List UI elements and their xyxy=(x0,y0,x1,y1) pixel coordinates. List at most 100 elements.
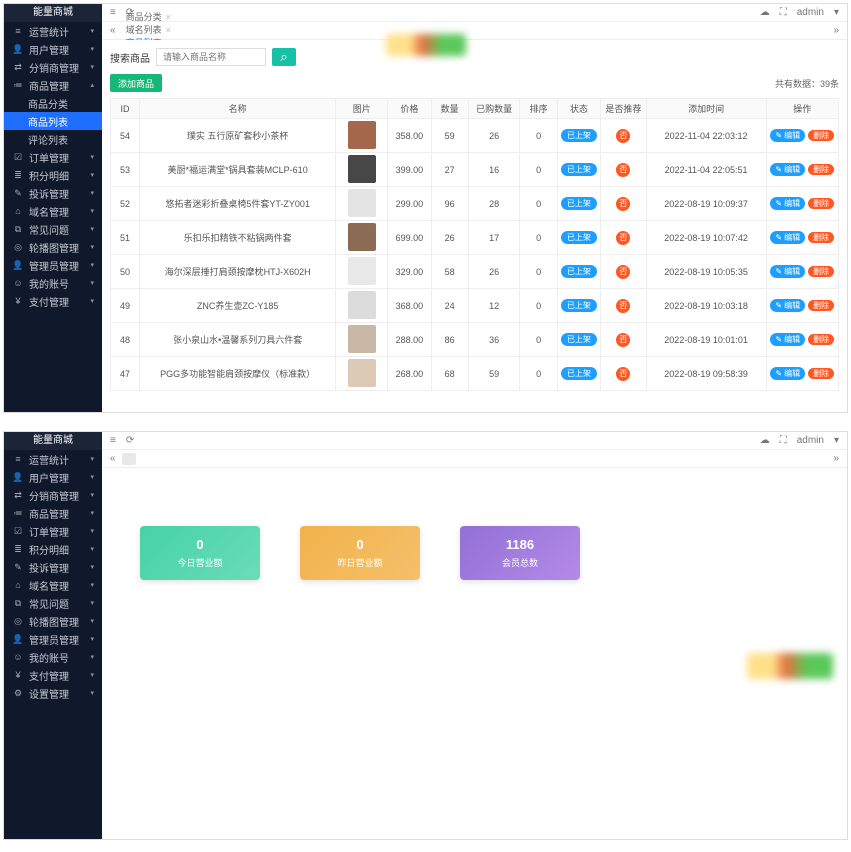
status-badge[interactable]: 已上架 xyxy=(561,333,597,346)
status-badge[interactable]: 已上架 xyxy=(561,197,597,210)
sidebar-label: 商品管理 xyxy=(29,506,69,521)
menu-toggle-icon[interactable]: ≡ xyxy=(110,435,116,446)
delete-button[interactable]: 删除 xyxy=(808,232,834,243)
cell-sold: 26 xyxy=(468,119,520,153)
sidebar-item[interactable]: ◎轮播图管理▾ xyxy=(4,612,102,630)
recommend-badge[interactable]: 否 xyxy=(616,299,630,313)
status-badge[interactable]: 已上架 xyxy=(561,231,597,244)
message-icon[interactable]: ☁ xyxy=(760,7,770,18)
sidebar-item[interactable]: 👤管理员管理▾ xyxy=(4,630,102,648)
sidebar-subitem[interactable]: 商品分类 xyxy=(4,94,102,112)
delete-button[interactable]: 删除 xyxy=(808,368,834,379)
sidebar-item[interactable]: ≣积分明细▾ xyxy=(4,166,102,184)
sidebar-item[interactable]: ≡运营统计▾ xyxy=(4,22,102,40)
tabs-next-icon[interactable]: » xyxy=(833,25,839,36)
message-icon[interactable]: ☁ xyxy=(760,435,770,446)
cell-id: 49 xyxy=(111,289,140,323)
recommend-badge[interactable]: 否 xyxy=(616,197,630,211)
search-input[interactable] xyxy=(156,48,266,66)
sidebar-item[interactable]: ⧉常见问题▾ xyxy=(4,220,102,238)
refresh-icon[interactable]: ⟳ xyxy=(126,435,134,446)
recommend-badge[interactable]: 否 xyxy=(616,231,630,245)
status-badge[interactable]: 已上架 xyxy=(561,367,597,380)
sidebar-item[interactable]: ⧉常见问题▾ xyxy=(4,594,102,612)
tab-close-icon[interactable]: × xyxy=(166,25,171,35)
tab[interactable]: 域名列表× xyxy=(122,23,175,36)
product-thumbnail xyxy=(348,325,376,353)
fullscreen-icon[interactable]: ⛶ xyxy=(780,7,787,18)
delete-button[interactable]: 删除 xyxy=(808,164,834,175)
sidebar-item[interactable]: ⇄分销商管理▾ xyxy=(4,486,102,504)
sidebar-label: 运营统计 xyxy=(29,24,69,39)
tab-close-icon[interactable]: × xyxy=(166,12,171,22)
status-badge[interactable]: 已上架 xyxy=(561,299,597,312)
delete-button[interactable]: 删除 xyxy=(808,198,834,209)
status-badge[interactable]: 已上架 xyxy=(561,129,597,142)
tab[interactable]: 商品分类× xyxy=(122,10,175,23)
sidebar-item[interactable]: ⌂域名管理▾ xyxy=(4,202,102,220)
edit-button[interactable]: ✎编辑 xyxy=(770,367,805,380)
sidebar-subitem[interactable]: 评论列表 xyxy=(4,130,102,148)
edit-button[interactable]: ✎编辑 xyxy=(770,129,805,142)
sidebar-item[interactable]: ✎投诉管理▾ xyxy=(4,184,102,202)
tabs-prev-icon[interactable]: « xyxy=(110,25,116,36)
delete-button[interactable]: 删除 xyxy=(808,130,834,141)
sidebar-item[interactable]: ≡运营统计▾ xyxy=(4,450,102,468)
home-tab-icon[interactable] xyxy=(122,453,136,465)
sidebar-item[interactable]: ≔商品管理▾ xyxy=(4,504,102,522)
recommend-badge[interactable]: 否 xyxy=(616,163,630,177)
status-badge[interactable]: 已上架 xyxy=(561,265,597,278)
tabs-prev-icon[interactable]: « xyxy=(110,453,116,464)
sidebar-item[interactable]: ☑订单管理▾ xyxy=(4,148,102,166)
admin-label[interactable]: admin xyxy=(797,435,824,446)
cell-sort: 0 xyxy=(520,221,557,255)
recommend-badge[interactable]: 否 xyxy=(616,333,630,347)
cell-image xyxy=(336,119,388,153)
search-button[interactable]: ⌕ xyxy=(272,48,296,66)
admin-caret-icon[interactable]: ▾ xyxy=(834,7,839,18)
sidebar-item[interactable]: ≔商品管理▴ xyxy=(4,76,102,94)
sidebar-item[interactable]: ◎轮播图管理▾ xyxy=(4,238,102,256)
sidebar-item[interactable]: ☺我的账号▾ xyxy=(4,648,102,666)
sidebar-item[interactable]: ≣积分明细▾ xyxy=(4,540,102,558)
caret-icon: ▾ xyxy=(90,527,94,535)
sidebar-item[interactable]: 👤管理员管理▾ xyxy=(4,256,102,274)
caret-icon: ▾ xyxy=(90,207,94,215)
admin-caret-icon[interactable]: ▾ xyxy=(834,435,839,446)
edit-button[interactable]: ✎编辑 xyxy=(770,299,805,312)
cell-status: 已上架 xyxy=(557,357,600,391)
sidebar-label: 轮播图管理 xyxy=(29,614,79,629)
sidebar-subitem[interactable]: 商品列表 xyxy=(4,112,102,130)
recommend-badge[interactable]: 否 xyxy=(616,129,630,143)
delete-button[interactable]: 删除 xyxy=(808,300,834,311)
sidebar-item[interactable]: ¥支付管理▾ xyxy=(4,292,102,310)
edit-button[interactable]: ✎编辑 xyxy=(770,163,805,176)
tabs-next-icon[interactable]: » xyxy=(833,453,839,464)
recommend-badge[interactable]: 否 xyxy=(616,265,630,279)
search-icon: ⌕ xyxy=(280,49,287,64)
tab-bar: « 商品分类×域名列表×商品列表× » xyxy=(102,22,847,40)
edit-button[interactable]: ✎编辑 xyxy=(770,265,805,278)
sidebar-item[interactable]: 👤用户管理▾ xyxy=(4,468,102,486)
menu-toggle-icon[interactable]: ≡ xyxy=(110,7,116,18)
cell-recommend: 否 xyxy=(601,187,647,221)
status-badge[interactable]: 已上架 xyxy=(561,163,597,176)
sidebar-item[interactable]: ⇄分销商管理▾ xyxy=(4,58,102,76)
delete-button[interactable]: 删除 xyxy=(808,266,834,277)
edit-button[interactable]: ✎编辑 xyxy=(770,333,805,346)
edit-button[interactable]: ✎编辑 xyxy=(770,231,805,244)
sidebar-item[interactable]: ☺我的账号▾ xyxy=(4,274,102,292)
cell-sort: 0 xyxy=(520,119,557,153)
sidebar-item[interactable]: ☑订单管理▾ xyxy=(4,522,102,540)
recommend-badge[interactable]: 否 xyxy=(616,367,630,381)
sidebar-item[interactable]: 👤用户管理▾ xyxy=(4,40,102,58)
sidebar-item[interactable]: ✎投诉管理▾ xyxy=(4,558,102,576)
add-product-button[interactable]: 添加商品 xyxy=(110,74,162,92)
sidebar-item[interactable]: ¥支付管理▾ xyxy=(4,666,102,684)
edit-button[interactable]: ✎编辑 xyxy=(770,197,805,210)
sidebar-item[interactable]: ⚙设置管理▾ xyxy=(4,684,102,702)
fullscreen-icon[interactable]: ⛶ xyxy=(780,435,787,446)
sidebar-item[interactable]: ⌂域名管理▾ xyxy=(4,576,102,594)
admin-label[interactable]: admin xyxy=(797,7,824,18)
delete-button[interactable]: 删除 xyxy=(808,334,834,345)
